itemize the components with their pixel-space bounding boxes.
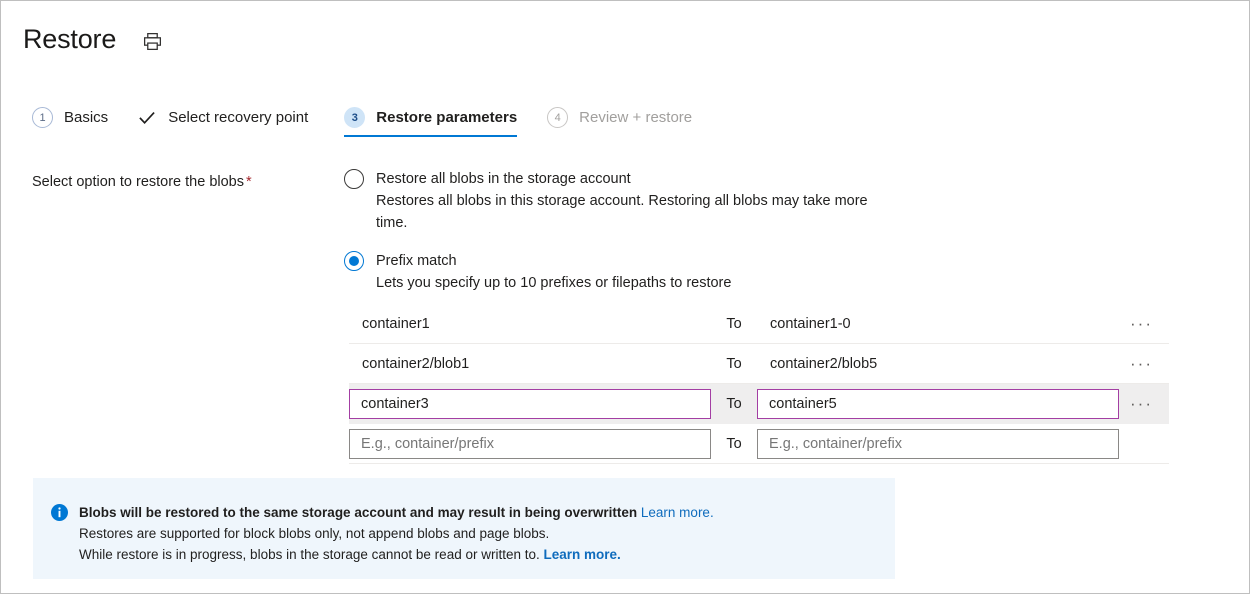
radio-option-text: Restore all blobs in the storage account…	[376, 168, 888, 234]
checkmark-icon	[136, 107, 157, 128]
to-label: To	[711, 316, 757, 332]
radio-option-restore-all-blobs[interactable]: Restore all blobs in the storage account…	[344, 168, 1249, 234]
restore-wizard-page: Restore 1 Basics Select recovery point 3	[0, 0, 1250, 594]
table-row[interactable]: container2/blob1 To container2/blob5 ···	[349, 344, 1169, 384]
info-line-tertiary: While restore is in progress, blobs in t…	[79, 544, 714, 565]
info-line-primary: Blobs will be restored to the same stora…	[79, 502, 714, 523]
step-number-badge: 3	[344, 107, 365, 128]
page-header: Restore	[1, 1, 1249, 63]
radio-option-prefix-match[interactable]: Prefix match Lets you specify up to 10 p…	[344, 250, 1249, 294]
radio-option-description: Lets you specify up to 10 prefixes or fi…	[376, 272, 731, 294]
step-number-badge: 1	[32, 107, 53, 128]
field-label-text: Select option to restore the blobs	[32, 174, 244, 190]
row-more-options-icon[interactable]: ···	[1119, 319, 1169, 329]
radio-button-prefix-match[interactable]	[344, 251, 364, 271]
row-more-options-icon[interactable]: ···	[1119, 399, 1169, 409]
wizard-step-label: Select recovery point	[168, 109, 308, 126]
wizard-step-label: Review + restore	[579, 109, 692, 126]
info-line1-text: Blobs will be restored to the same stora…	[79, 505, 637, 520]
table-row[interactable]: container1 To container1-0 ···	[349, 304, 1169, 344]
table-row[interactable]: To ···	[349, 384, 1169, 424]
wizard-step-select-recovery-point[interactable]: Select recovery point	[136, 107, 308, 137]
restore-option-group: Restore all blobs in the storage account…	[344, 168, 1249, 464]
info-banner: Blobs will be restored to the same stora…	[33, 478, 895, 579]
info-line-secondary: Restores are supported for block blobs o…	[79, 523, 714, 544]
page-title: Restore	[23, 22, 116, 56]
wizard-steps: 1 Basics Select recovery point 3 Restore…	[1, 107, 1249, 147]
step-number-badge: 4	[547, 107, 568, 128]
prefix-from-value: container1	[349, 316, 711, 332]
radio-option-title: Prefix match	[376, 251, 731, 271]
prefix-to-value: container1-0	[757, 316, 1119, 332]
learn-more-link-2[interactable]: Learn more.	[544, 547, 621, 562]
wizard-step-review-restore[interactable]: 4 Review + restore	[547, 107, 692, 137]
learn-more-link-1[interactable]: Learn more.	[641, 505, 714, 520]
prefix-from-input-empty[interactable]	[349, 429, 711, 459]
prefix-to-value: container2/blob5	[757, 356, 1119, 372]
wizard-step-label: Restore parameters	[376, 109, 517, 126]
printer-icon[interactable]	[138, 27, 166, 55]
required-asterisk: *	[246, 174, 252, 190]
wizard-step-label: Basics	[64, 109, 108, 126]
radio-option-description: Restores all blobs in this storage accou…	[376, 190, 888, 234]
wizard-step-restore-parameters[interactable]: 3 Restore parameters	[344, 107, 517, 137]
restore-option-form: Select option to restore the blobs* Rest…	[1, 168, 1249, 464]
table-row[interactable]: To	[349, 424, 1169, 464]
info-banner-text: Blobs will be restored to the same stora…	[79, 502, 714, 579]
info-line3-text: While restore is in progress, blobs in t…	[79, 547, 540, 562]
wizard-step-basics[interactable]: 1 Basics	[32, 107, 108, 137]
to-label: To	[711, 396, 757, 412]
prefix-to-input-empty[interactable]	[757, 429, 1119, 459]
prefix-match-table: container1 To container1-0 ··· container…	[349, 304, 1169, 464]
to-label: To	[711, 356, 757, 372]
prefix-from-value: container2/blob1	[349, 356, 711, 372]
prefix-to-input[interactable]	[757, 389, 1119, 419]
prefix-from-input[interactable]	[349, 389, 711, 419]
to-label: To	[711, 436, 757, 452]
radio-option-text: Prefix match Lets you specify up to 10 p…	[376, 250, 731, 294]
row-more-options-icon[interactable]: ···	[1119, 359, 1169, 369]
restore-option-label: Select option to restore the blobs*	[32, 168, 344, 464]
radio-option-title: Restore all blobs in the storage account	[376, 169, 888, 189]
radio-button-restore-all[interactable]	[344, 169, 364, 189]
info-icon	[51, 504, 68, 521]
